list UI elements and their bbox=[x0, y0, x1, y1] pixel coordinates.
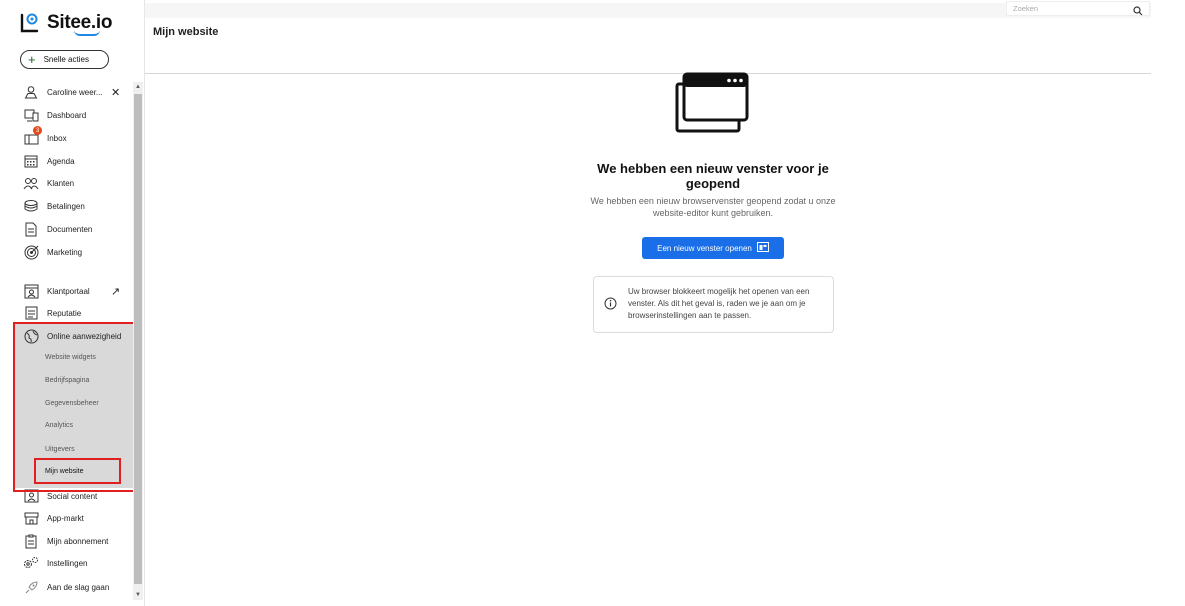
page-title: Mijn website bbox=[153, 26, 219, 38]
sidebar-item-mijn-abonnement[interactable]: Mijn abonnement bbox=[0, 530, 133, 552]
button-label: Een nieuw venster openen bbox=[657, 243, 752, 253]
sidebar-item-label: Social content bbox=[47, 491, 98, 501]
dashboard-icon bbox=[23, 107, 39, 123]
sidebar-item-label: Inbox bbox=[47, 133, 67, 143]
search-field[interactable]: Zoeken bbox=[1006, 1, 1150, 16]
document-icon bbox=[23, 221, 39, 237]
reputation-icon bbox=[23, 305, 39, 321]
settings-icon bbox=[23, 555, 39, 571]
user-switch-icon bbox=[23, 84, 39, 100]
unread-badge: 3 bbox=[33, 126, 42, 135]
sidebar-item-betalingen[interactable]: Betalingen bbox=[0, 195, 133, 217]
external-link-icon[interactable]: ↗ bbox=[111, 285, 120, 298]
sidebar-item-klanten[interactable]: Klanten bbox=[0, 172, 133, 194]
inbox-icon: 3 bbox=[23, 126, 42, 146]
header-divider bbox=[145, 73, 1151, 74]
payments-icon bbox=[23, 198, 39, 214]
search-icon[interactable] bbox=[1133, 3, 1143, 21]
sidebar-item-label: Klanten bbox=[47, 178, 75, 188]
top-bar bbox=[145, 3, 1151, 18]
sidebar-item-dashboard[interactable]: Dashboard bbox=[0, 104, 133, 126]
sidebar-item-app-markt[interactable]: App-markt bbox=[0, 507, 133, 529]
sidebar-item-inbox[interactable]: 3 Inbox bbox=[0, 126, 133, 149]
sidebar-item-marketing[interactable]: Marketing bbox=[0, 241, 133, 263]
quick-actions-button[interactable]: + Snelle acties bbox=[20, 50, 109, 69]
browser-windows-icon bbox=[674, 72, 750, 139]
scroll-down-icon[interactable]: ▼ bbox=[133, 590, 143, 600]
search-placeholder: Zoeken bbox=[1013, 4, 1039, 13]
sidebar-item-label: Betalingen bbox=[47, 201, 85, 211]
customers-icon bbox=[23, 175, 39, 191]
scroll-thumb[interactable] bbox=[134, 94, 142, 584]
sidebar-item-label: Instellingen bbox=[47, 558, 88, 568]
quick-actions-label: Snelle acties bbox=[43, 55, 89, 64]
info-text: Uw browser blokkeert mogelijk het openen… bbox=[628, 287, 810, 320]
sidebar-item-label: Reputatie bbox=[47, 308, 82, 318]
highlight-mijn-website bbox=[34, 458, 121, 484]
rocket-icon bbox=[23, 579, 39, 595]
sidebar-item-label: Caroline weer... bbox=[47, 87, 103, 97]
app-window: Sitee.io + Snelle acties Caroline weer..… bbox=[0, 0, 1185, 606]
open-new-window-button[interactable]: Een nieuw venster openen bbox=[642, 237, 784, 259]
sidebar-item-label: Agenda bbox=[47, 156, 75, 166]
sidebar-scrollbar[interactable]: ▲ ▼ bbox=[133, 82, 143, 600]
popup-blocked-info: Uw browser blokkeert mogelijk het openen… bbox=[593, 276, 834, 333]
panel-description: We hebben een nieuw browservenster geope… bbox=[590, 196, 836, 218]
logo-icon bbox=[19, 11, 41, 35]
target-icon bbox=[23, 244, 39, 260]
calendar-icon bbox=[23, 153, 39, 169]
sidebar-item-klantportaal[interactable]: Klantportaal ↗ bbox=[0, 280, 133, 302]
sidebar-item-aan-de-slag[interactable]: Aan de slag gaan bbox=[0, 576, 133, 598]
sidebar-item-agenda[interactable]: Agenda bbox=[0, 150, 133, 172]
portal-icon bbox=[23, 283, 39, 299]
scroll-up-icon[interactable]: ▲ bbox=[133, 82, 143, 92]
sidebar-item-account[interactable]: Caroline weer... ✕ bbox=[0, 81, 133, 103]
sidebar-item-label: Documenten bbox=[47, 224, 93, 234]
sidebar-item-label: Klantportaal bbox=[47, 286, 90, 296]
sidebar-item-label: Mijn abonnement bbox=[47, 536, 109, 546]
close-icon[interactable]: ✕ bbox=[111, 86, 120, 99]
sidebar-item-label: Aan de slag gaan bbox=[47, 582, 110, 592]
sidebar-item-instellingen[interactable]: Instellingen bbox=[0, 552, 133, 574]
sidebar-item-label: Dashboard bbox=[47, 110, 87, 120]
sidebar-item-documenten[interactable]: Documenten bbox=[0, 218, 133, 240]
sidebar-item-label: Marketing bbox=[47, 247, 83, 257]
sidebar-item-reputatie[interactable]: Reputatie bbox=[0, 302, 133, 324]
panel-heading: We hebben een nieuw venster voor je geop… bbox=[597, 161, 829, 191]
subscription-icon bbox=[23, 533, 39, 549]
open-window-icon bbox=[756, 242, 769, 254]
sidebar: Sitee.io + Snelle acties Caroline weer..… bbox=[0, 0, 145, 606]
plus-icon: + bbox=[28, 52, 36, 67]
logo-swoosh bbox=[74, 30, 100, 36]
store-icon bbox=[23, 510, 39, 526]
info-icon bbox=[604, 297, 617, 315]
sidebar-item-label: App-markt bbox=[47, 513, 84, 523]
